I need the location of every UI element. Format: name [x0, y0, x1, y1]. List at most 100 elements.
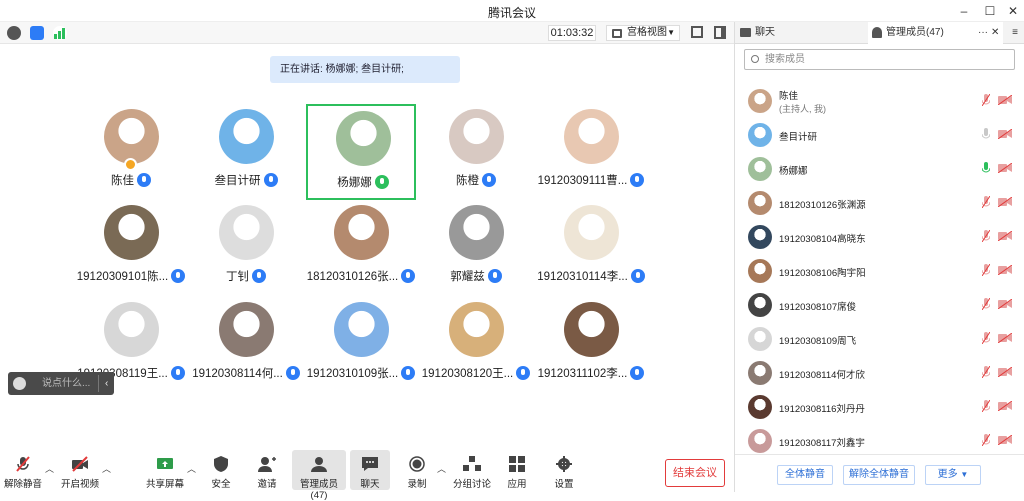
participant-tile[interactable]: 陈佳: [76, 104, 186, 200]
collapse-arrow-icon[interactable]: ‹: [105, 372, 108, 395]
participant-tile[interactable]: 叁目计研: [191, 104, 301, 200]
record-options-caret[interactable]: ︿: [437, 462, 446, 475]
participant-tile[interactable]: 19120308120王...: [421, 297, 531, 393]
members-icon: [872, 27, 882, 38]
member-camera-icon[interactable]: [998, 333, 1012, 343]
participant-tile[interactable]: 丁钊: [191, 200, 301, 296]
member-mic-icon[interactable]: [982, 196, 990, 208]
member-row[interactable]: 19120308116刘丹丹: [735, 389, 1024, 423]
unmute-button[interactable]: 解除静音: [4, 450, 42, 490]
sidebar-toggle-icon[interactable]: [714, 26, 726, 39]
chat-button[interactable]: 聊天: [350, 450, 390, 490]
video-options-caret[interactable]: ︿: [102, 462, 111, 475]
minimize-button[interactable]: –: [953, 2, 975, 20]
fullscreen-icon[interactable]: [691, 26, 703, 38]
member-camera-icon[interactable]: [998, 265, 1012, 275]
member-row[interactable]: 18120310126张渊源: [735, 185, 1024, 219]
member-camera-icon[interactable]: [998, 401, 1012, 411]
member-mic-icon[interactable]: [982, 264, 990, 276]
participant-tile[interactable]: 19120308114何...: [191, 297, 301, 393]
member-row[interactable]: 19120308107席俊: [735, 287, 1024, 321]
close-window-button[interactable]: ✕: [1002, 2, 1024, 20]
member-camera-icon[interactable]: [998, 129, 1012, 139]
start-video-button[interactable]: 开启视频: [60, 450, 100, 490]
member-camera-icon[interactable]: [998, 95, 1012, 105]
close-icon[interactable]: ✕: [991, 22, 999, 44]
quick-chat-bar[interactable]: 说点什么... ‹: [8, 372, 114, 395]
member-camera-icon[interactable]: [998, 367, 1012, 377]
maximize-button[interactable]: ☐: [979, 2, 1001, 20]
member-mic-icon[interactable]: [982, 298, 990, 310]
quick-chat-input[interactable]: 说点什么...: [42, 372, 90, 395]
mic-options-caret[interactable]: ︿: [45, 462, 54, 475]
share-options-caret[interactable]: ︿: [187, 462, 196, 475]
record-icon: [409, 456, 425, 472]
member-mic-icon[interactable]: [982, 162, 990, 174]
mic-icon: [630, 269, 645, 283]
participant-name: 19120311102李...: [536, 365, 646, 381]
participant-tile[interactable]: 陈橙: [421, 104, 531, 200]
panel-menu-icon[interactable]: ≡: [1005, 22, 1024, 44]
member-camera-icon[interactable]: [998, 299, 1012, 309]
mic-icon: [482, 173, 496, 187]
member-camera-icon[interactable]: [998, 163, 1012, 173]
participant-tile[interactable]: 19120310114李...: [536, 200, 646, 296]
tab-chat[interactable]: 聊天: [735, 22, 867, 44]
member-mic-icon[interactable]: [982, 400, 990, 412]
member-mic-icon[interactable]: [982, 434, 990, 446]
emoji-icon[interactable]: [13, 377, 26, 390]
avatar: [104, 302, 159, 357]
member-row[interactable]: 杨娜娜: [735, 151, 1024, 185]
member-row[interactable]: 陈佳 (主持人, 我): [735, 83, 1024, 117]
security-button[interactable]: 安全: [204, 450, 238, 490]
participant-tile[interactable]: 19120310109张...: [306, 297, 416, 393]
member-mic-icon[interactable]: [982, 366, 990, 378]
breakout-button[interactable]: 分组讨论: [452, 450, 492, 490]
avatar: [336, 111, 391, 166]
view-mode-dropdown[interactable]: 宫格视图 ▼: [606, 25, 680, 41]
member-search-input[interactable]: 搜索成员: [744, 49, 1015, 70]
record-button[interactable]: 录制: [400, 450, 434, 490]
member-mic-icon[interactable]: [982, 230, 990, 242]
member-mic-icon[interactable]: [982, 94, 990, 106]
member-row[interactable]: 19120308117刘鑫宇: [735, 423, 1024, 457]
member-name: 19120308107席俊: [779, 302, 857, 313]
member-name: 19120308114何才欣: [779, 370, 865, 381]
participant-tile[interactable]: 19120309111曹...: [536, 104, 646, 200]
participant-name: 杨娜娜: [308, 174, 418, 190]
member-row[interactable]: 19120308104高晓东: [735, 219, 1024, 253]
member-row[interactable]: 19120308106陶宇阳: [735, 253, 1024, 287]
member-row[interactable]: 19120308114何才欣: [735, 355, 1024, 389]
share-screen-button[interactable]: 共享屏幕: [146, 450, 184, 490]
participant-name: 陈橙: [421, 172, 531, 188]
security-shield-icon[interactable]: [30, 26, 44, 40]
participant-tile[interactable]: 18120310126张...: [306, 200, 416, 296]
unmute-all-button[interactable]: 解除全体静音: [843, 465, 915, 485]
info-icon[interactable]: [7, 26, 21, 40]
apps-label: 应用: [507, 479, 527, 490]
grid-view-icon: [612, 29, 622, 38]
tab-members[interactable]: 管理成员(47) ··· ✕: [868, 22, 1003, 44]
participant-tile[interactable]: 郭耀兹: [421, 200, 531, 296]
member-mic-icon[interactable]: [982, 332, 990, 344]
settings-button[interactable]: 设置: [549, 450, 579, 490]
participant-tile[interactable]: 杨娜娜: [306, 104, 416, 200]
member-camera-icon[interactable]: [998, 231, 1012, 241]
member-mic-icon[interactable]: [982, 128, 990, 140]
participant-tile[interactable]: 19120311102李...: [536, 297, 646, 393]
more-options-icon[interactable]: ···: [978, 22, 988, 44]
invite-button[interactable]: 邀请: [250, 450, 284, 490]
mic-icon: [401, 269, 416, 283]
member-row[interactable]: 19120308109周飞: [735, 321, 1024, 355]
end-meeting-button[interactable]: 结束会议: [665, 459, 725, 487]
member-camera-icon[interactable]: [998, 435, 1012, 445]
participant-tile[interactable]: 19120309101陈...: [76, 200, 186, 296]
signal-icon[interactable]: [53, 26, 67, 40]
manage-members-button[interactable]: 管理成员(47): [292, 450, 346, 501]
apps-button[interactable]: 应用: [502, 450, 532, 490]
member-row[interactable]: 叁目计研: [735, 117, 1024, 151]
mute-all-button[interactable]: 全体静音: [777, 465, 833, 485]
add-user-icon: [258, 457, 276, 472]
more-button[interactable]: 更多 ▼: [925, 465, 981, 485]
member-camera-icon[interactable]: [998, 197, 1012, 207]
